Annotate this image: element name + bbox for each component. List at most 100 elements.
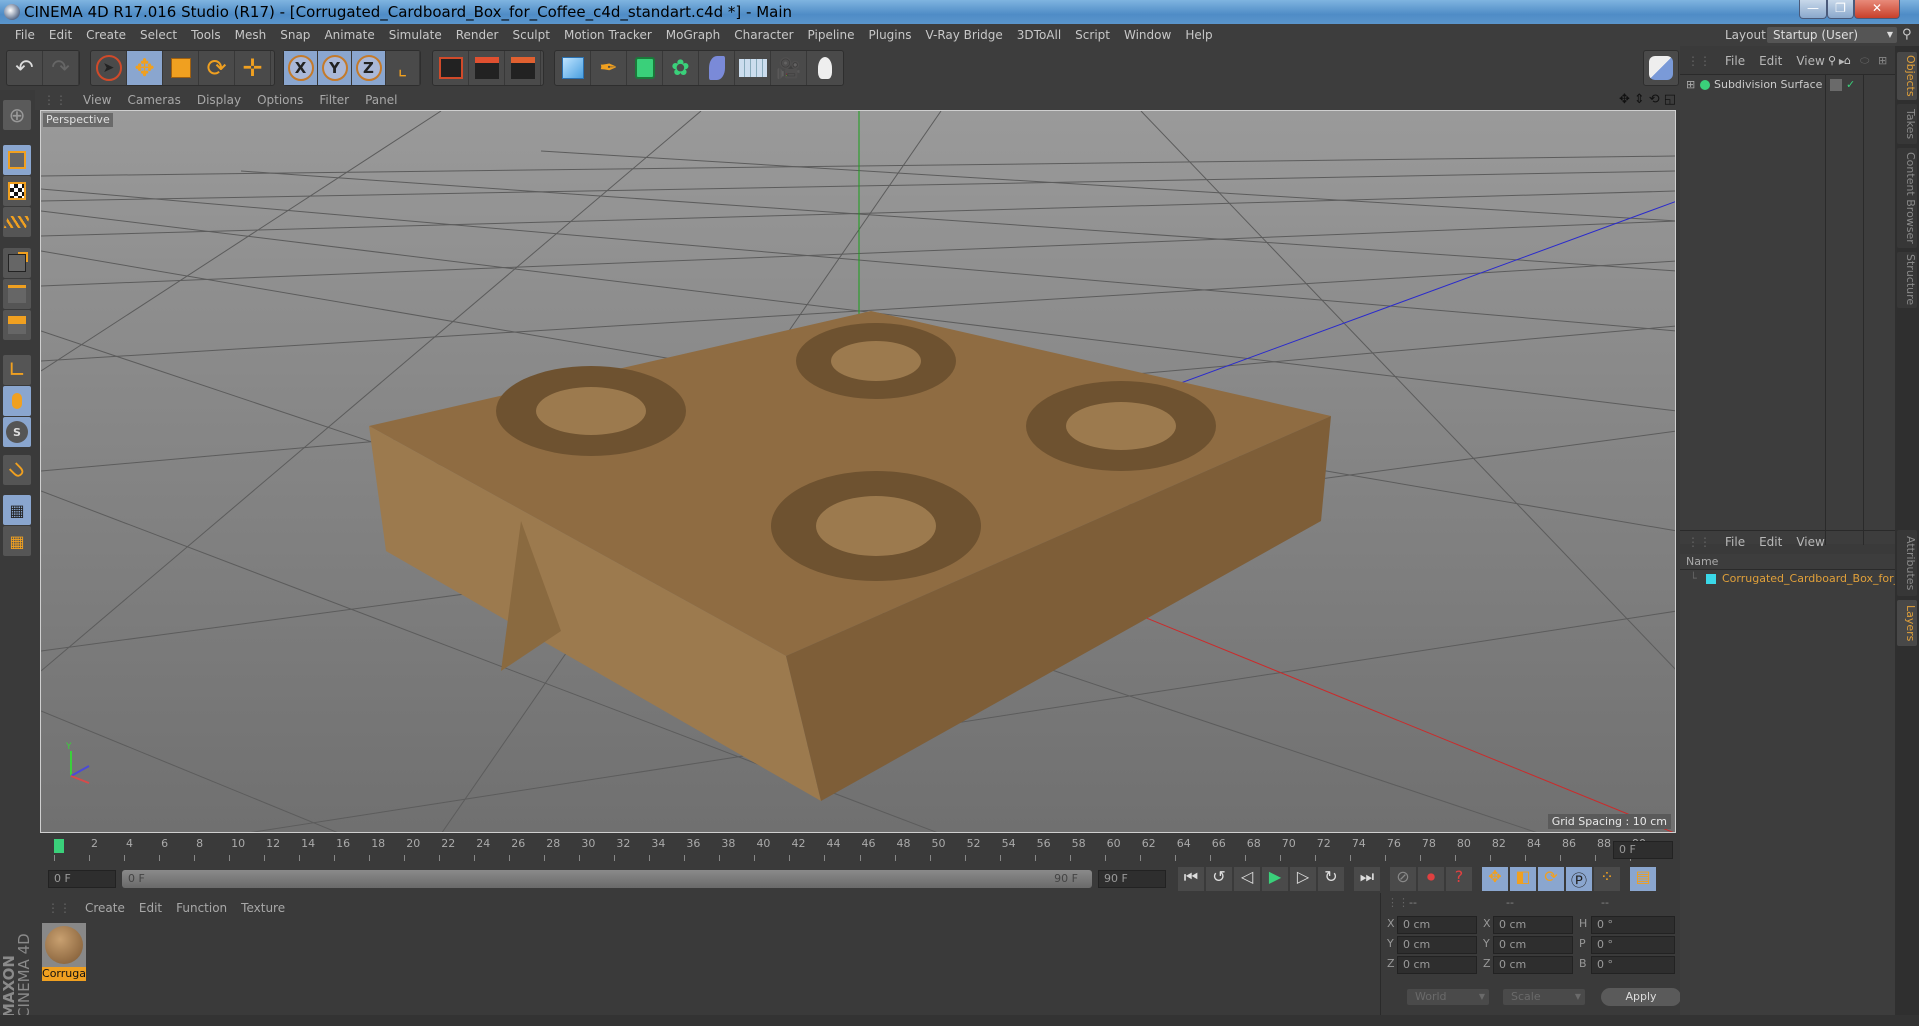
pos-y-field[interactable]: 0 cm (1397, 936, 1477, 954)
tab-layers[interactable]: Layers (1897, 600, 1917, 646)
add-cloner-button[interactable]: ✿ (663, 51, 699, 85)
expand-icon[interactable]: ⊞ (1686, 75, 1695, 95)
viewport-menu-cameras[interactable]: Cameras (119, 90, 188, 110)
tab-objects[interactable]: Objects (1897, 52, 1917, 100)
start-frame-field[interactable]: 0 F (48, 870, 116, 888)
y-axis-button[interactable]: Y (318, 51, 352, 85)
render-to-picture-viewer-button[interactable] (469, 51, 505, 85)
previous-frame-icon[interactable]: ◁ (1234, 867, 1260, 891)
menu-edit[interactable]: Edit (42, 24, 79, 46)
menu-render[interactable]: Render (449, 24, 506, 46)
layer-row[interactable]: └ Corrugated_Cardboard_Box_for_C (1680, 570, 1907, 588)
menu-3dtoall[interactable]: 3DToAll (1010, 24, 1068, 46)
python-button[interactable] (1643, 50, 1679, 86)
locked-workplane-button[interactable]: ▦ (3, 495, 31, 525)
rot-p-field[interactable]: 0 ° (1591, 936, 1675, 954)
zoom-view-icon[interactable]: ⇕ (1634, 92, 1645, 107)
axis-mode-button[interactable]: ∟ (3, 355, 31, 385)
new-view-icon[interactable]: ⊞ (1878, 50, 1887, 72)
grip-handle[interactable]: ⋮⋮ (1680, 50, 1718, 72)
playhead[interactable] (54, 839, 64, 853)
grip-handle[interactable]: ⋮⋮ (1387, 893, 1409, 913)
current-frame-field[interactable]: 0 F (1613, 841, 1673, 859)
keyframe-selection-icon[interactable]: ? (1446, 867, 1472, 891)
polygons-mode-button[interactable] (3, 310, 31, 340)
x-axis-button[interactable]: X (284, 51, 318, 85)
add-subdivision-button[interactable] (627, 51, 663, 85)
key-rotation-icon[interactable]: ⟳ (1538, 867, 1564, 891)
layers-menu-view[interactable]: View (1789, 531, 1831, 553)
undo-button[interactable]: ↶ (7, 51, 43, 85)
tab-structure[interactable]: Structure (1897, 252, 1917, 308)
tab-attributes[interactable]: Attributes (1897, 530, 1917, 596)
cardboard-cup-holder-model[interactable] (369, 311, 1331, 801)
redo-button[interactable]: ↷ (43, 51, 79, 85)
menu-plugins[interactable]: Plugins (862, 24, 919, 46)
menu-vray-bridge[interactable]: V-Ray Bridge (918, 24, 1009, 46)
next-frame-icon[interactable]: ▷ (1290, 867, 1316, 891)
toggle-view-icon[interactable]: ◱ (1664, 92, 1676, 107)
material-menu-texture[interactable]: Texture (234, 898, 292, 918)
rotate-tool-button[interactable]: ⟳ (199, 51, 235, 85)
planar-workplane-button[interactable]: ▦ (3, 526, 31, 556)
z-axis-button[interactable]: Z (352, 51, 386, 85)
material-menu-function[interactable]: Function (169, 898, 234, 918)
restore-button[interactable]: ❐ (1827, 0, 1854, 19)
search-icon[interactable]: ⚲ (1902, 27, 1912, 42)
filter-icon[interactable]: ⬭ (1860, 50, 1869, 72)
timeline-window-icon[interactable]: ▤ (1630, 867, 1656, 891)
last-tool-button[interactable]: ✛ (235, 51, 271, 85)
make-editable-button[interactable]: ⊕ (3, 100, 31, 130)
tab-content-browser[interactable]: Content Browser (1897, 148, 1917, 248)
frame-range-slider[interactable]: 0 F 90 F (122, 870, 1092, 888)
viewport-menu-filter[interactable]: Filter (311, 90, 357, 110)
size-y-field[interactable]: 0 cm (1493, 936, 1573, 954)
solo-mode-button[interactable]: S (3, 417, 31, 447)
rot-b-field[interactable]: 0 ° (1591, 956, 1675, 974)
coordinate-mode-dropdown[interactable]: World ▼ (1407, 989, 1489, 1005)
enabled-check-icon[interactable]: ✓ (1846, 75, 1855, 95)
objects-menu-file[interactable]: File (1718, 50, 1752, 72)
close-button[interactable]: ✕ (1854, 0, 1900, 19)
menu-simulate[interactable]: Simulate (382, 24, 449, 46)
timeline-ruler[interactable]: 0246810121416182022242628303234363840424… (40, 835, 1680, 865)
menu-animate[interactable]: Animate (317, 24, 381, 46)
render-view-button[interactable] (433, 51, 469, 85)
render-settings-button[interactable] (505, 51, 541, 85)
key-position-icon[interactable]: ✥ (1482, 867, 1508, 891)
visibility-toggle-icon[interactable] (1830, 79, 1842, 91)
edges-mode-button[interactable] (3, 279, 31, 309)
autokey-icon[interactable]: ⏺ (1418, 867, 1444, 891)
select-tool-button[interactable]: ➤ (91, 51, 127, 85)
pos-x-field[interactable]: 0 cm (1397, 916, 1477, 934)
pan-view-icon[interactable]: ✥ (1619, 92, 1630, 107)
minimize-button[interactable]: — (1799, 0, 1827, 19)
points-mode-button[interactable] (3, 248, 31, 278)
transform-mode-dropdown[interactable]: Scale ▼ (1503, 989, 1585, 1005)
size-z-field[interactable]: 0 cm (1493, 956, 1573, 974)
go-to-end-icon[interactable]: ⏭ (1354, 867, 1380, 891)
perspective-viewport[interactable]: Y Perspective Grid Spacing : 10 cm (40, 110, 1676, 833)
menu-pipeline[interactable]: Pipeline (801, 24, 862, 46)
move-tool-button[interactable]: ✥ (127, 51, 163, 85)
layout-dropdown[interactable]: Startup (User) ▼ (1767, 27, 1897, 43)
model-mode-button[interactable] (3, 145, 31, 175)
search-icon[interactable]: ⚲ (1828, 50, 1836, 72)
menu-help[interactable]: Help (1178, 24, 1219, 46)
key-parameter-icon[interactable]: Ⓟ (1566, 867, 1592, 891)
viewport-menu-panel[interactable]: Panel (357, 90, 405, 110)
layers-menu-edit[interactable]: Edit (1752, 531, 1789, 553)
menu-sculpt[interactable]: Sculpt (505, 24, 556, 46)
material-menu-create[interactable]: Create (78, 898, 132, 918)
menu-window[interactable]: Window (1117, 24, 1178, 46)
material-menu-edit[interactable]: Edit (132, 898, 169, 918)
grip-handle[interactable]: ⋮⋮ (1680, 531, 1718, 553)
menu-file[interactable]: File (8, 24, 42, 46)
add-camera-button[interactable]: 🎥 (771, 51, 807, 85)
viewport-menu-view[interactable]: View (75, 90, 119, 110)
coordinate-system-button[interactable]: ⌞ (386, 51, 420, 85)
add-light-button[interactable] (807, 51, 843, 85)
workplane-mode-button[interactable] (3, 207, 31, 237)
play-icon[interactable]: ▶ (1262, 867, 1288, 891)
material-swatch[interactable]: Corruga (42, 923, 86, 983)
